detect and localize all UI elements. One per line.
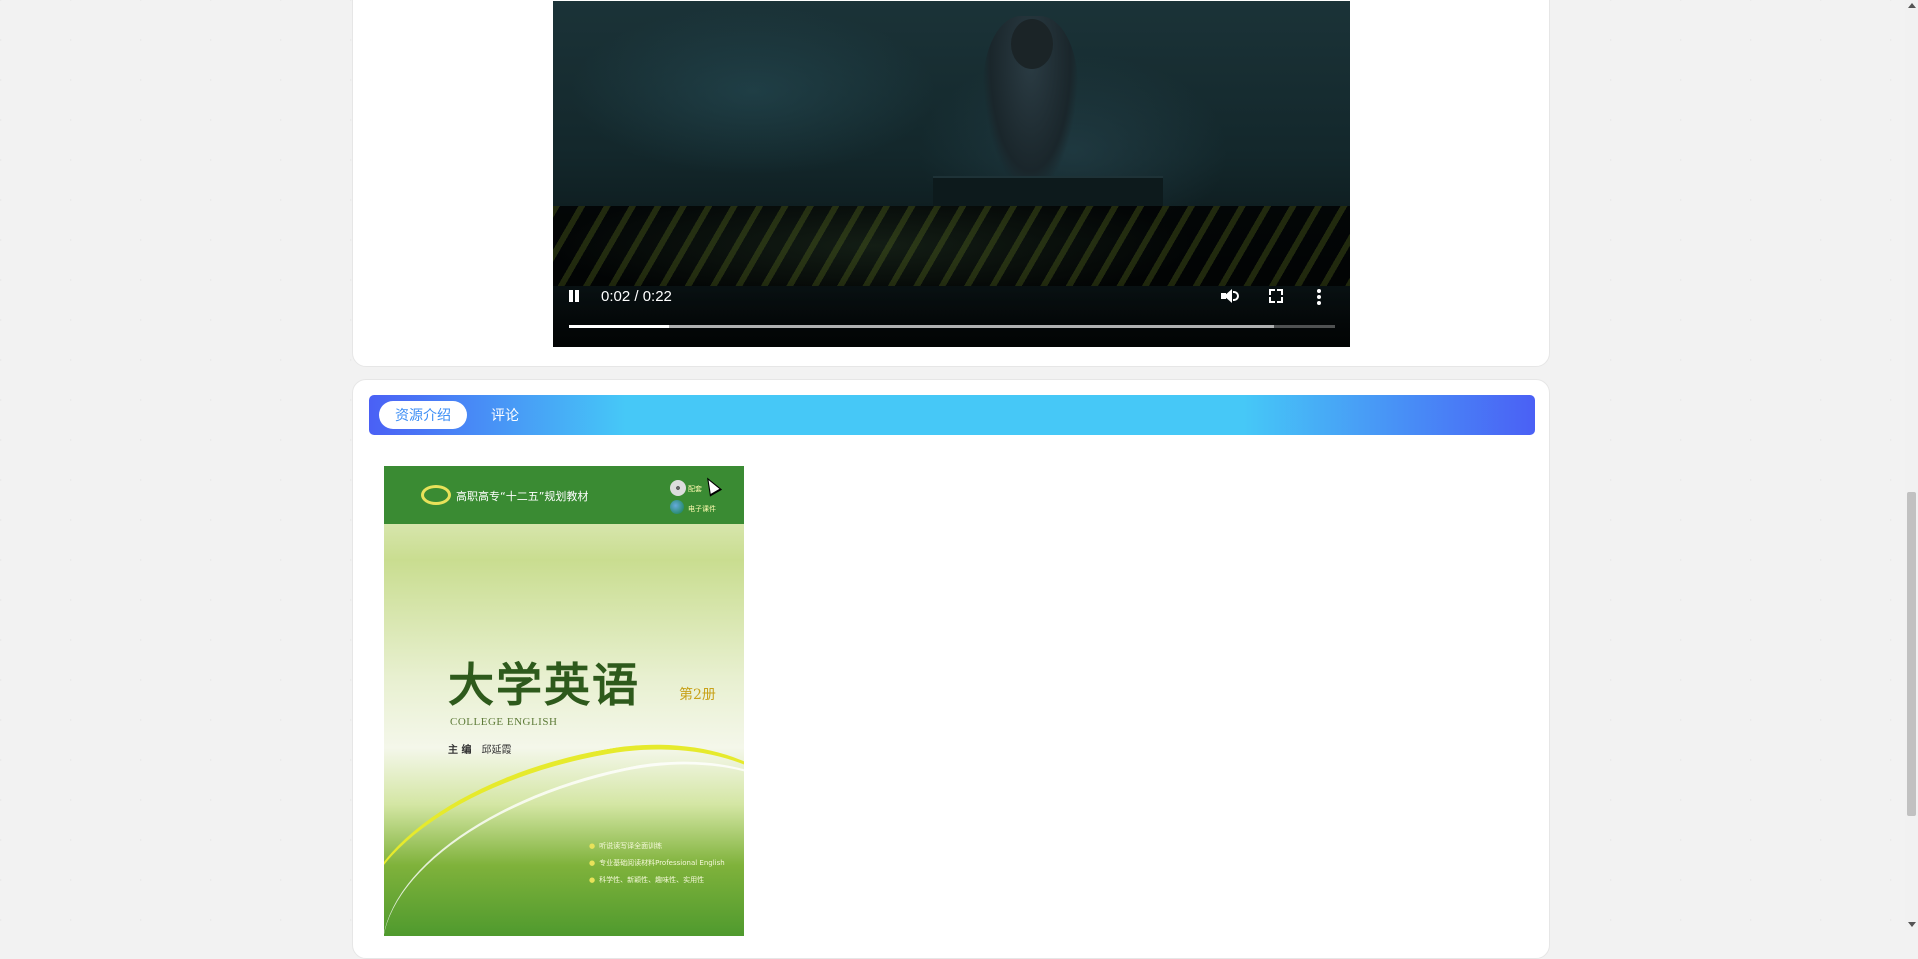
tab-comments[interactable]: 评论 [491, 401, 519, 429]
video-buffer-fill [569, 325, 1274, 328]
cover-series-text: 高职高专“十二五”规划教材 [456, 490, 589, 503]
cd-icon [670, 480, 686, 496]
tab-bar: 资源介绍 评论 [369, 395, 1535, 435]
cover-english-title: COLLEGE ENGLISH [450, 716, 558, 728]
intro-card: 资源介绍 评论 高职高专“十二五”规划教材 配套 电子课件 大学英语 第2册 C… [352, 379, 1550, 959]
cover-volume: 第2册 [679, 687, 716, 703]
page-scrollbar[interactable] [1905, 0, 1918, 930]
video-player[interactable]: 0:02 / 0:22 [553, 1, 1350, 347]
cover-badge-cd: 配套 [688, 485, 702, 493]
globe-icon [670, 500, 684, 514]
cover-bullets: 听说读写译全面训练 专业基础阅读材料Professional English 科… [589, 838, 725, 889]
volume-icon[interactable] [1221, 289, 1239, 303]
video-progress-bar[interactable] [569, 325, 1335, 328]
cover-bullet: 科学性、新颖性、趣味性、实用性 [589, 872, 725, 889]
cover-editor-name: 邱延霞 [481, 745, 512, 756]
video-played-fill [569, 325, 669, 328]
tab-resource-intro[interactable]: 资源介绍 [379, 401, 467, 429]
cover-editor-label: 主 编 [448, 745, 472, 756]
video-figure-head [1011, 19, 1053, 69]
cover-bullet: 专业基础阅读材料Professional English [589, 855, 725, 872]
video-card: 0:02 / 0:22 [352, 0, 1550, 367]
cover-editor: 主 编邱延霞 [448, 741, 511, 756]
video-controls [553, 277, 1350, 347]
scroll-thumb[interactable] [1907, 492, 1916, 816]
cover-bullet: 听说读写译全面训练 [589, 838, 725, 855]
scroll-down-icon[interactable] [1908, 922, 1916, 927]
publisher-logo-icon [421, 485, 451, 505]
more-vert-icon[interactable] [1317, 289, 1321, 305]
video-time: 0:02 / 0:22 [601, 288, 672, 305]
pause-icon[interactable] [567, 289, 581, 303]
video-foreground [553, 206, 1350, 286]
cover-badge-courseware: 电子课件 [688, 505, 716, 513]
scroll-up-icon[interactable] [1908, 3, 1916, 8]
fullscreen-icon[interactable] [1269, 289, 1283, 303]
book-cover-image: 高职高专“十二五”规划教材 配套 电子课件 大学英语 第2册 COLLEGE E… [384, 466, 744, 936]
cover-title: 大学英语 [448, 658, 640, 712]
